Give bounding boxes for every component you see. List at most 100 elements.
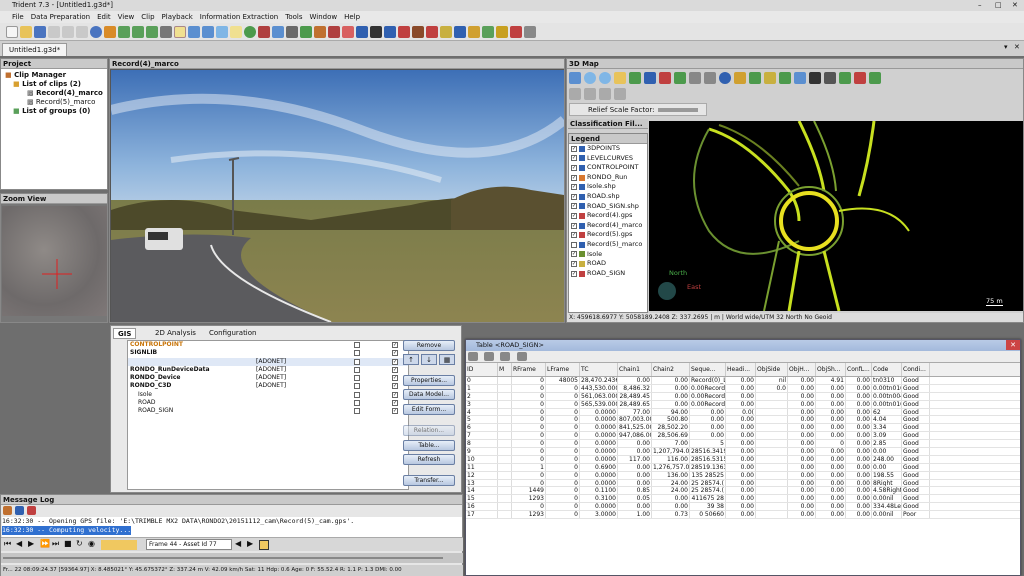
point-icon[interactable] bbox=[356, 25, 368, 38]
gis-layer-row[interactable]: ROAD_SIGN ✓ bbox=[128, 407, 408, 415]
map-canvas[interactable]: North East 75 m bbox=[649, 121, 1023, 311]
table-row[interactable]: 300565,539.000028,489.650.000.00Record(0… bbox=[466, 400, 1020, 409]
folder-icon[interactable] bbox=[468, 25, 480, 38]
gis-layer-editable-checkbox[interactable]: ✓ bbox=[392, 375, 398, 382]
frame-forward-icon[interactable]: ▶ bbox=[247, 539, 253, 548]
table-row[interactable]: 6 0 0 0.0000 841,525.00 28,502.20 0.00 0.00 0.00… bbox=[466, 424, 1020, 433]
relation-button[interactable]: Relation... bbox=[403, 425, 455, 436]
table-row[interactable]: 7 0 0 0.0000 947,086.00 28,506.69 0.00 0.00 0.00… bbox=[466, 432, 1020, 441]
gis-layer-editable-checkbox[interactable]: ✓ bbox=[392, 400, 398, 407]
undo-icon[interactable] bbox=[689, 72, 701, 84]
table-column-header[interactable]: TC bbox=[580, 363, 618, 376]
legend-checkbox[interactable] bbox=[571, 241, 577, 248]
maximize-icon[interactable]: □ bbox=[995, 0, 1002, 11]
log-save-icon[interactable] bbox=[15, 506, 24, 515]
legend-checkbox[interactable]: ✓ bbox=[571, 174, 577, 181]
path-icon[interactable] bbox=[749, 72, 761, 84]
table-button[interactable]: Table... bbox=[403, 440, 455, 451]
legend-item[interactable]: ✓ ROAD bbox=[569, 259, 647, 269]
camera-icon[interactable] bbox=[286, 25, 298, 38]
table-column-header[interactable]: Code bbox=[872, 363, 902, 376]
legend-checkbox[interactable]: ✓ bbox=[571, 164, 577, 171]
legend-item[interactable]: ✓ CONTROLPOINT bbox=[569, 163, 647, 173]
play-icon[interactable]: ▶ bbox=[28, 539, 34, 548]
zoom-icon[interactable] bbox=[216, 25, 228, 38]
table-column-header[interactable]: ObjSide bbox=[756, 363, 788, 376]
tab-2d-analysis[interactable]: 2D Analysis bbox=[151, 328, 200, 339]
transfer-button[interactable]: Transfer... bbox=[403, 475, 455, 486]
menu-edit[interactable]: Edit bbox=[97, 13, 111, 21]
zoom-image[interactable] bbox=[2, 206, 107, 316]
marker-icon[interactable] bbox=[328, 25, 340, 38]
table-row[interactable]: 8 0 0 0.0000 0.00 7.00 5 0.00 0.00 0 0.00 2.85 Good bbox=[466, 440, 1020, 449]
run-icon[interactable] bbox=[244, 25, 256, 38]
ruler-icon[interactable] bbox=[734, 72, 746, 84]
flag-icon[interactable] bbox=[510, 25, 522, 38]
globe-icon[interactable] bbox=[188, 25, 200, 38]
tree-clip-record5[interactable]: ▩ Record(5)_marco bbox=[3, 98, 105, 107]
legend-item[interactable]: ✓ ROAD_SIGN bbox=[569, 269, 647, 279]
road-icon[interactable] bbox=[454, 25, 466, 38]
menu-window[interactable]: Window bbox=[310, 13, 338, 21]
gis-layer-editable-checkbox[interactable]: ✓ bbox=[392, 350, 398, 357]
legend-checkbox[interactable]: ✓ bbox=[571, 212, 577, 219]
pan-icon[interactable] bbox=[569, 72, 581, 84]
legend-item[interactable]: ✓ ROAD.shp bbox=[569, 192, 647, 202]
clip-icon[interactable] bbox=[101, 540, 137, 550]
paste-icon[interactable] bbox=[76, 25, 88, 38]
frame-select[interactable]: Frame 44 - Asset Id 77 bbox=[146, 539, 232, 550]
open-icon[interactable] bbox=[20, 25, 32, 38]
log-clear-icon[interactable] bbox=[3, 506, 12, 515]
properties-button[interactable]: Properties... bbox=[403, 375, 455, 386]
legend-item[interactable]: ✓ ROAD_SIGN.shp bbox=[569, 202, 647, 212]
close-doc-icon[interactable]: ✕ bbox=[1014, 43, 1020, 51]
tab-untitled1[interactable]: Untitled1.g3d* bbox=[2, 43, 68, 56]
table-column-header[interactable]: Condi... bbox=[902, 363, 930, 376]
log-filter-icon[interactable] bbox=[27, 506, 36, 515]
help-icon[interactable] bbox=[90, 25, 102, 38]
cut-icon[interactable] bbox=[48, 25, 60, 38]
building-icon[interactable] bbox=[412, 25, 424, 38]
gis-layer-editable-checkbox[interactable]: ✓ bbox=[392, 358, 398, 365]
legend-item[interactable]: ✓ 3DPOINTS bbox=[569, 144, 647, 154]
settings-icon[interactable]: ▦ bbox=[439, 354, 455, 365]
legend-item[interactable]: ✓ Isole.shp bbox=[569, 182, 647, 192]
tab-gis[interactable]: GIS bbox=[113, 328, 137, 339]
close-table-icon[interactable]: ✕ bbox=[1006, 340, 1020, 350]
menu-clip[interactable]: Clip bbox=[141, 13, 154, 21]
legend-checkbox[interactable]: ✓ bbox=[571, 251, 577, 258]
record-icon[interactable]: ◉ bbox=[88, 539, 95, 548]
table-column-header[interactable]: ID bbox=[466, 363, 498, 376]
table-row[interactable]: 15 1293 0 0.3100 0.05 0.00 411675 28 0.00 0.00 0.… bbox=[466, 495, 1020, 504]
gis-layer-visible-checkbox[interactable] bbox=[354, 342, 360, 348]
zoom-in-icon[interactable] bbox=[584, 72, 596, 84]
legend-item[interactable]: ✓ LEVELCURVES bbox=[569, 154, 647, 164]
close-icon[interactable]: ✕ bbox=[1012, 0, 1018, 11]
legend-checkbox[interactable]: ✓ bbox=[571, 193, 577, 200]
first-frame-icon[interactable]: ⏮ bbox=[4, 539, 11, 549]
timeline[interactable] bbox=[1, 553, 463, 563]
table-tool-icon[interactable] bbox=[468, 352, 478, 361]
table-column-header[interactable]: LFrame bbox=[546, 363, 580, 376]
move-up-icon[interactable]: ↑ bbox=[403, 354, 419, 365]
table-tool-2-icon[interactable] bbox=[484, 352, 495, 361]
tab-configuration[interactable]: Configuration bbox=[205, 328, 260, 339]
legend-item[interactable]: ✓ Record(4)_marco bbox=[569, 221, 647, 231]
gis-layer-editable-checkbox[interactable]: ✓ bbox=[392, 342, 398, 348]
table-row[interactable]: 14 1449 0 0.1100 0.85 24.00 25 28574.(0.00 0.00… bbox=[466, 487, 1020, 496]
table-row[interactable]: 12 0 0 0.0000 0.00 136.00 135 28525 0.00 0.00 0.0… bbox=[466, 471, 1020, 480]
arch-2-icon[interactable] bbox=[440, 25, 452, 38]
table-column-header[interactable]: ObjH... bbox=[788, 363, 816, 376]
video-frame[interactable] bbox=[111, 70, 564, 322]
table-row[interactable]: 13 0 0 0.0000 0.00 24.00 25 28574.(0.00 0.00 0.0… bbox=[466, 479, 1020, 488]
layer-tool-3-icon[interactable] bbox=[599, 88, 611, 100]
gis-layer-row[interactable]: RONDO_RunDeviceData [ADONET] ✓ bbox=[128, 366, 408, 374]
gis-layer-editable-checkbox[interactable]: ✓ bbox=[392, 408, 398, 415]
pole-icon[interactable] bbox=[314, 25, 326, 38]
redo-icon[interactable] bbox=[704, 72, 716, 84]
hand-icon[interactable] bbox=[614, 72, 626, 84]
legend-item[interactable]: ✓ Isole bbox=[569, 250, 647, 260]
last-frame-icon[interactable]: ⏭ bbox=[52, 539, 59, 549]
legend-item[interactable]: ✓ RONDO_Run bbox=[569, 173, 647, 183]
gis-layer-row[interactable]: Isole ✓ bbox=[128, 391, 408, 399]
